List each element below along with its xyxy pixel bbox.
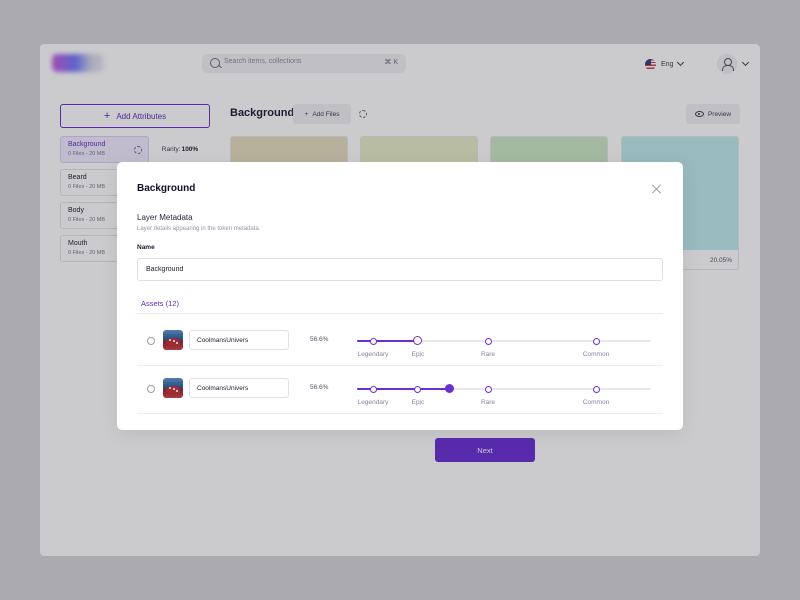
section-title: Layer Metadata [137, 213, 193, 222]
slider-stop-legendary[interactable] [369, 337, 377, 345]
asset-thumbnail [163, 378, 183, 398]
rarity-label-rare: Rare [480, 399, 496, 406]
asset-percent: 56.6% [310, 336, 329, 343]
rarity-label-common: Common [582, 399, 610, 406]
slider-stop-legendary[interactable] [369, 385, 377, 393]
slider-stop-rare[interactable] [484, 337, 492, 345]
tab-divider [137, 313, 663, 314]
rarity-slider[interactable]: Legendary Epic Rare Common [357, 382, 651, 410]
asset-checkbox[interactable] [147, 385, 155, 393]
asset-checkbox[interactable] [147, 337, 155, 345]
asset-name-field[interactable] [189, 330, 289, 350]
asset-name-field[interactable] [189, 378, 289, 398]
slider-stop-epic[interactable] [413, 385, 421, 393]
rarity-label-legendary: Legendary [357, 399, 389, 406]
rarity-slider[interactable]: Legendary Epic Rare Common [357, 334, 651, 362]
asset-row: 56.6% Legendary Epic Rare Common [137, 318, 663, 366]
layer-modal: Background Layer Metadata Layer details … [117, 162, 683, 430]
asset-percent: 56.6% [310, 384, 329, 391]
slider-handle[interactable] [412, 336, 422, 345]
slider-fill [357, 339, 417, 342]
name-field[interactable] [137, 258, 663, 281]
rarity-label-epic: Epic [411, 399, 425, 406]
slider-stop-common[interactable] [592, 385, 600, 393]
slider-handle[interactable] [444, 384, 454, 393]
rarity-label-epic: Epic [411, 351, 425, 358]
close-icon[interactable] [651, 183, 663, 195]
rarity-label-rare: Rare [480, 351, 496, 358]
slider-stop-rare[interactable] [484, 385, 492, 393]
modal-title: Background [137, 183, 196, 194]
rarity-label-common: Common [582, 351, 610, 358]
section-description: Layer details appearing in the token met… [137, 226, 261, 232]
name-label: Name [137, 244, 155, 251]
tab-assets[interactable]: Assets (12) [137, 295, 183, 314]
asset-row: 56.6% Legendary Epic Rare Common [137, 366, 663, 414]
slider-stop-common[interactable] [592, 337, 600, 345]
asset-thumbnail [163, 330, 183, 350]
rarity-label-legendary: Legendary [357, 351, 389, 358]
